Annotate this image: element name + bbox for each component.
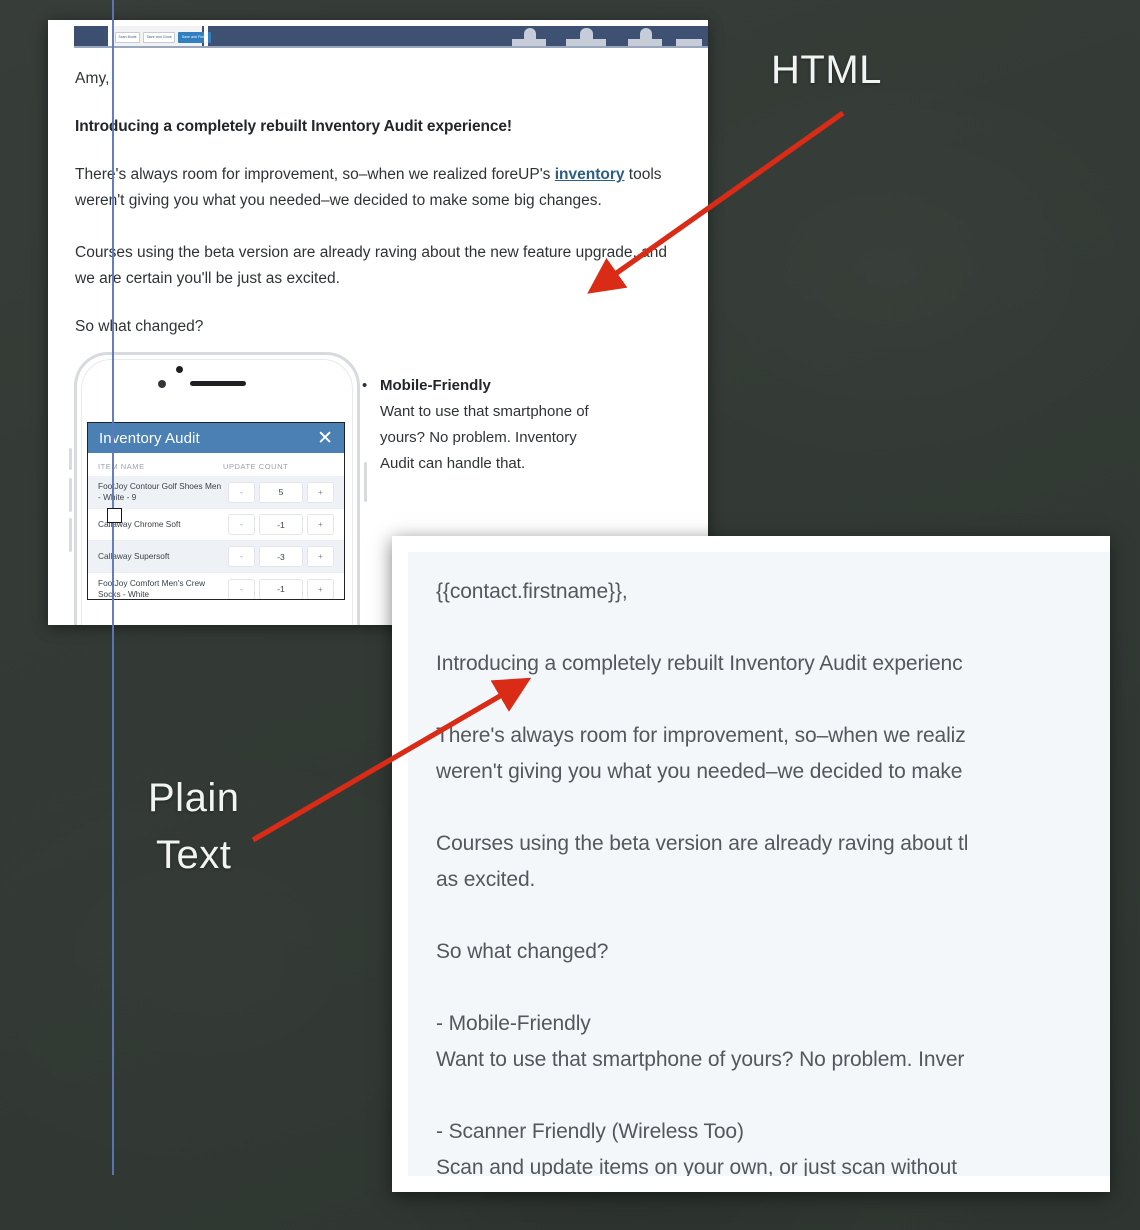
- decrement-button[interactable]: -: [228, 481, 255, 503]
- column-update-count: UPDATE COUNT: [223, 462, 289, 471]
- bullet-text: Want to use that smartphone of yours? No…: [380, 403, 589, 472]
- quantity-stepper[interactable]: - 5 +: [228, 481, 334, 503]
- email-paragraph-2: Courses using the beta version are alrea…: [75, 244, 667, 287]
- close-icon[interactable]: ✕: [317, 429, 333, 448]
- banner-left-block: [74, 26, 104, 48]
- phone-side-button-right: [364, 462, 367, 502]
- bullet-title: Mobile-Friendly: [380, 377, 491, 394]
- plain-text-line: - Scanner Friendly (Wireless Too): [436, 1120, 744, 1143]
- inventory-link[interactable]: inventory: [555, 166, 625, 183]
- scan-mode-button[interactable]: Scan Mode: [115, 31, 141, 43]
- paragraph-1-part-a: There's always room for improvement, so–…: [75, 166, 555, 183]
- email-paragraph-1: There's always room for improvement, so–…: [75, 162, 675, 213]
- plain-text-blank: [436, 682, 1110, 718]
- plain-text-blank: [436, 790, 1110, 826]
- html-email-preview-card[interactable]: Scan Mode Save and Close Save and Finish…: [48, 20, 708, 625]
- increment-button[interactable]: +: [307, 514, 334, 535]
- phone-side-button-3: [69, 518, 72, 552]
- email-banner: Scan Mode Save and Close Save and Finish: [48, 20, 708, 48]
- item-name: FootJoy Contour Golf Shoes Men - White -…: [98, 481, 222, 502]
- annotation-plain-text-label: Plain Text: [148, 770, 239, 884]
- plain-text-line: So what changed?: [436, 940, 609, 963]
- banner-gap-right: [204, 26, 208, 48]
- phone-side-button-1: [69, 448, 72, 470]
- phone-speaker-icon: [190, 381, 246, 386]
- increment-button[interactable]: +: [307, 481, 334, 503]
- decrement-button[interactable]: -: [228, 578, 255, 599]
- annotation-html-label: HTML: [771, 48, 882, 92]
- phone-screen: Inventory Audit ✕ ITEM NAME UPDATE COUNT…: [87, 422, 345, 600]
- quantity-stepper[interactable]: - -1 +: [228, 578, 334, 599]
- table-row[interactable]: Callaway Chrome Soft - -1 +: [88, 509, 344, 541]
- item-name: Callaway Supersoft: [98, 551, 170, 561]
- plain-text-line: weren't giving you what you needed–we de…: [436, 760, 963, 783]
- list-item: • Mobile-Friendly Want to use that smart…: [362, 373, 612, 477]
- email-body: Amy, Introducing a completely rebuilt In…: [48, 48, 708, 625]
- plain-text-content: {{contact.firstname}}, Introducing a com…: [408, 552, 1110, 1176]
- plain-text-line: There's always room for improvement, so–…: [436, 724, 966, 747]
- email-headline: Introducing a completely rebuilt Invento…: [75, 118, 512, 135]
- column-item-name: ITEM NAME: [98, 462, 145, 471]
- plain-text-line: {{contact.firstname}},: [436, 580, 628, 603]
- count-value[interactable]: -1: [259, 514, 303, 535]
- email-question: So what changed?: [75, 318, 204, 335]
- plain-text-line: Introducing a completely rebuilt Invento…: [436, 652, 963, 675]
- table-row[interactable]: FootJoy Contour Golf Shoes Men - White -…: [88, 476, 344, 509]
- count-value[interactable]: 5: [259, 481, 303, 503]
- quantity-stepper[interactable]: - -1 +: [228, 514, 334, 535]
- inventory-audit-header: Inventory Audit ✕: [88, 423, 344, 453]
- plain-text-line: Scan and update items on your own, or ju…: [436, 1156, 957, 1176]
- plain-text-blank: [436, 970, 1110, 1006]
- annotation-plain-line1: Plain: [148, 776, 240, 820]
- plain-text-preview-card[interactable]: {{contact.firstname}}, Introducing a com…: [392, 536, 1110, 1192]
- phone-camera-icon: [176, 366, 183, 373]
- increment-button[interactable]: +: [307, 546, 334, 567]
- decrement-button[interactable]: -: [228, 546, 255, 567]
- vertical-guide-line: [112, 0, 114, 1175]
- inventory-audit-title: Inventory Audit: [99, 429, 200, 447]
- phone-side-button-2: [69, 478, 72, 512]
- item-name: FootJoy Comfort Men's Crew Socks - White: [98, 578, 206, 599]
- banner-toolbar[interactable]: Scan Mode Save and Close Save and Finish: [112, 26, 212, 48]
- table-row[interactable]: FootJoy Comfort Men's Crew Socks - White…: [88, 573, 344, 599]
- annotation-plain-line2: Text: [156, 833, 232, 877]
- email-greeting: Amy,: [75, 70, 110, 87]
- plain-text-line: Want to use that smartphone of yours? No…: [436, 1048, 965, 1071]
- phone-sensor-icon: [158, 380, 166, 388]
- count-value[interactable]: -3: [259, 546, 303, 567]
- plain-text-line: as excited.: [436, 868, 536, 891]
- save-and-close-button[interactable]: Save and Close: [143, 31, 176, 43]
- banner-logo-image: [504, 26, 704, 48]
- count-value[interactable]: -1: [259, 578, 303, 599]
- plain-text-line: - Mobile-Friendly: [436, 1012, 591, 1035]
- inventory-table-header: ITEM NAME UPDATE COUNT: [88, 453, 344, 476]
- decrement-button[interactable]: -: [228, 514, 255, 535]
- plain-text-blank: [436, 1078, 1110, 1114]
- iphone-mockup: Inventory Audit ✕ ITEM NAME UPDATE COUNT…: [69, 352, 367, 625]
- screenshot-stage: Scan Mode Save and Close Save and Finish…: [0, 0, 1140, 1230]
- quantity-stepper[interactable]: - -3 +: [228, 546, 334, 567]
- increment-button[interactable]: +: [307, 578, 334, 599]
- selection-handle[interactable]: [107, 508, 122, 523]
- plain-text-blank: [436, 610, 1110, 646]
- plain-text-blank: [436, 898, 1110, 934]
- plain-text-line: Courses using the beta version are alrea…: [436, 832, 969, 855]
- banner-underline: [74, 46, 708, 48]
- feature-bullet-list: • Mobile-Friendly Want to use that smart…: [362, 352, 612, 477]
- table-row[interactable]: Callaway Supersoft - -3 +: [88, 541, 344, 573]
